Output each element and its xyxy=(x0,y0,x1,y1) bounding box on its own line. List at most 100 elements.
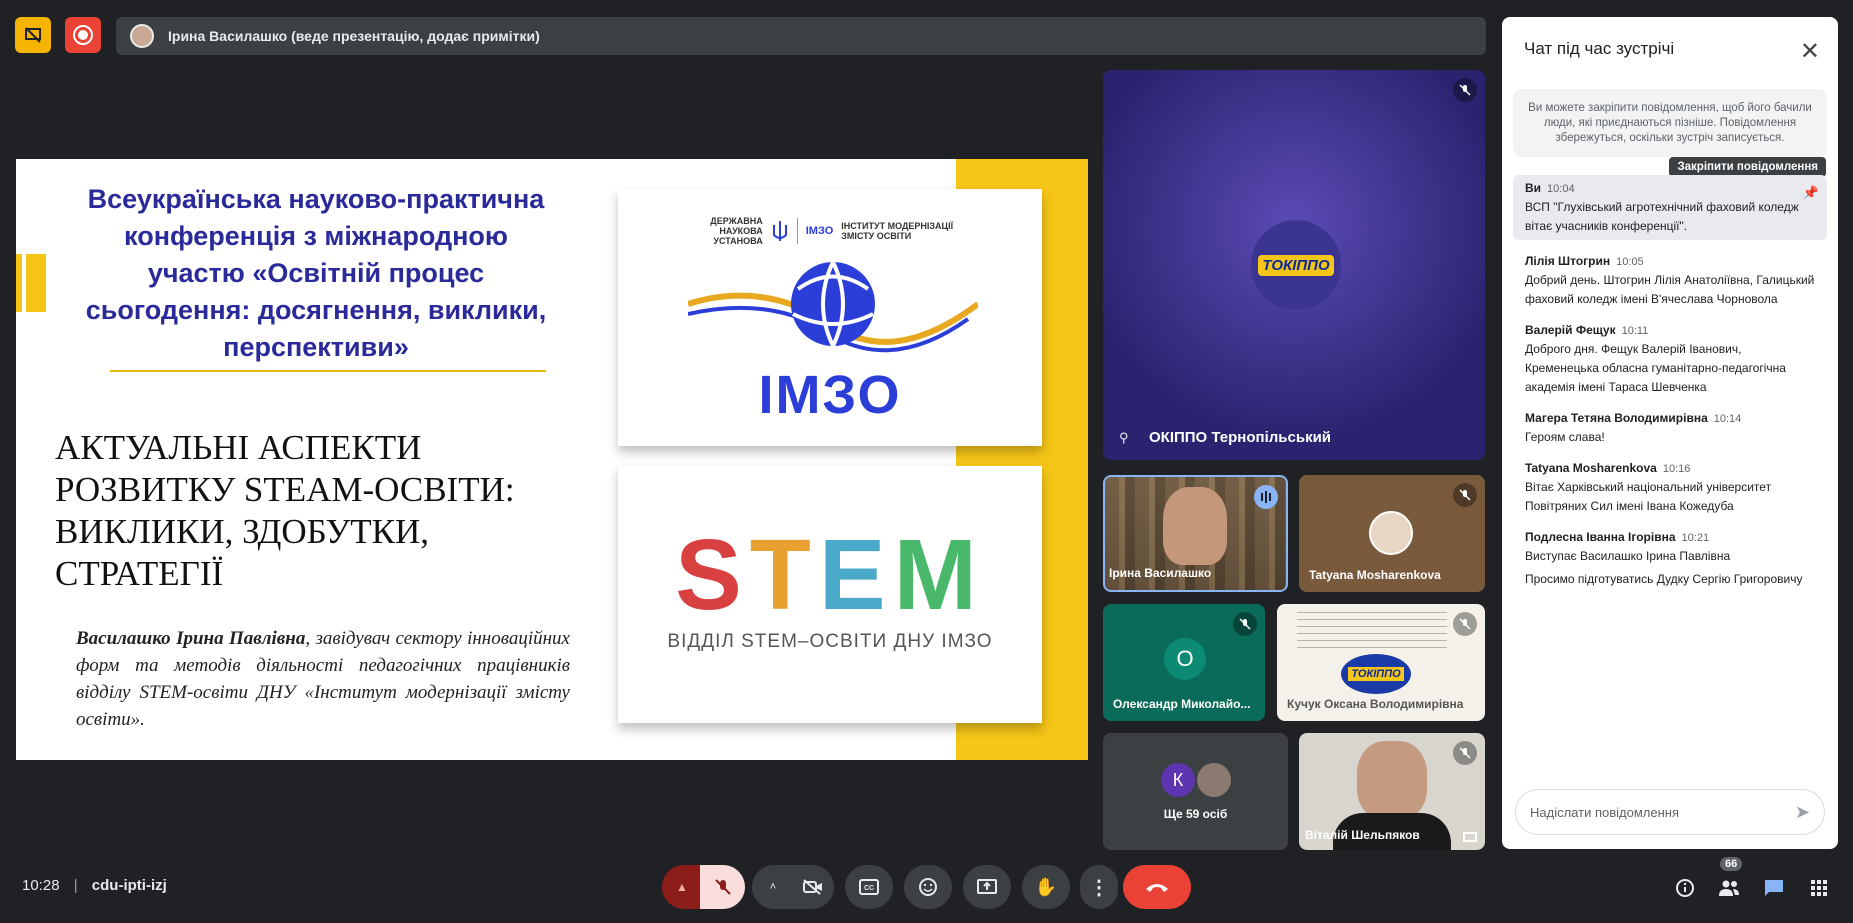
people-count-badge: 66 xyxy=(1720,857,1743,871)
emoji-icon xyxy=(919,878,937,896)
tokippo-logo: ТОКІППО xyxy=(1251,220,1341,310)
chat-message: Tatyana Mosharenkova 10:16 Вітає Харківсь… xyxy=(1513,461,1827,516)
chat-messages: Ви 10:04 ВСП "Глухівський агротехнічний ф… xyxy=(1513,175,1827,603)
avatar: К xyxy=(1161,763,1195,797)
mic-off-icon xyxy=(1453,483,1477,507)
imzo-wordmark: ІМЗО xyxy=(758,365,902,425)
presenter-text: Ірина Василашко (веде презентацію, додає… xyxy=(168,28,540,44)
hang-up-icon xyxy=(1146,884,1168,892)
pip-icon xyxy=(1463,832,1477,842)
mic-off-icon xyxy=(714,879,731,895)
imzo-head-mid: ІМЗО xyxy=(805,225,834,237)
close-icon[interactable]: ✕ xyxy=(1800,37,1820,66)
message-author: Ви xyxy=(1525,181,1542,195)
participant-name: Віталій Шельпяков xyxy=(1305,828,1420,842)
recording-button[interactable] xyxy=(65,17,101,53)
participant-tile-main[interactable]: ТОКІППО ⚲ ОКІППО Тернопільський xyxy=(1103,70,1485,460)
trident-icon xyxy=(772,221,787,241)
message-time: 10:11 xyxy=(1621,325,1649,337)
imzo-head-divider xyxy=(796,218,798,244)
message-text: ВСП "Глухівський агротехнічний фаховий к… xyxy=(1525,200,1799,233)
send-icon[interactable]: ➤ xyxy=(1795,802,1810,823)
message-time: 10:14 xyxy=(1713,413,1742,425)
author-name: Василашко Ірина Павлівна xyxy=(76,628,306,649)
tokippo-logo-text: ТОКІППО xyxy=(1258,254,1334,276)
chat-message: Валерій Фещук 10:11 Доброго дня. Фещук Ва… xyxy=(1513,323,1827,397)
present-button[interactable] xyxy=(963,865,1011,909)
message-text: Вітає Харківський національний університ… xyxy=(1525,480,1772,513)
stop-presenting-button[interactable] xyxy=(15,17,51,53)
pin-icon: ⚲ xyxy=(1119,430,1129,445)
svg-text:CC: CC xyxy=(864,885,874,892)
slide-divider xyxy=(110,370,546,372)
mic-off-icon xyxy=(1453,612,1477,636)
participant-name: Tatyana Mosharenkova xyxy=(1309,568,1441,582)
participant-name: Олександр Миколайо... xyxy=(1113,697,1251,711)
slide-thumbnail-lines xyxy=(1297,612,1447,652)
speaking-indicator-icon xyxy=(1254,485,1278,509)
video-options-button[interactable]: ˄ xyxy=(752,865,794,909)
mic-toggle-button[interactable] xyxy=(700,865,745,909)
captions-button[interactable]: CC xyxy=(845,865,893,909)
meeting-info: 10:28 | cdu-ipti-izj xyxy=(22,877,167,894)
message-text: Просимо підготуватись Дудку Сергію Григо… xyxy=(1525,572,1803,586)
mic-off-icon xyxy=(1453,741,1477,765)
apps-grid-icon xyxy=(1811,880,1827,896)
audio-options-button[interactable]: ▲ xyxy=(662,865,702,909)
present-off-icon xyxy=(25,27,41,43)
present-screen-icon xyxy=(977,879,997,894)
message-time: 10:21 xyxy=(1681,532,1710,544)
presenter-avatar xyxy=(130,24,154,48)
more-participants-tile[interactable]: К Ще 59 осіб xyxy=(1103,733,1288,850)
stem-letter-e: E xyxy=(818,519,894,631)
chevron-up-icon: ▲ xyxy=(676,880,688,894)
camera-toggle-button[interactable] xyxy=(792,865,834,909)
reactions-button[interactable] xyxy=(904,865,952,909)
imzo-globe-icon xyxy=(688,261,978,353)
current-time: 10:28 xyxy=(22,877,60,894)
presentation-slide: Всеукраїнська науково-практична конферен… xyxy=(16,159,1088,760)
message-time: 10:04 xyxy=(1547,183,1575,195)
activities-button[interactable] xyxy=(1804,873,1834,903)
participant-video-face xyxy=(1163,487,1227,565)
raise-hand-button[interactable]: ✋ xyxy=(1022,865,1070,909)
meeting-code: cdu-ipti-izj xyxy=(91,877,167,894)
message-author: Магера Тетяна Володимирівна xyxy=(1525,411,1708,425)
chat-message[interactable]: Ви 10:04 ВСП "Глухівський агротехнічний ф… xyxy=(1513,175,1827,240)
avatar xyxy=(1197,763,1231,797)
more-vert-icon: ⋮ xyxy=(1089,876,1109,899)
chat-button[interactable] xyxy=(1759,873,1789,903)
tokippo-logo: ТОКІППО xyxy=(1341,654,1411,694)
message-text: Доброго дня. Фещук Валерій Іванович, Кре… xyxy=(1525,342,1786,394)
imzo-head-right: ІНСТИТУТ МОДЕРНІЗАЦІЇ ЗМІСТУ ОСВІТИ xyxy=(841,221,954,241)
message-time: 10:16 xyxy=(1662,463,1691,475)
captions-icon: CC xyxy=(859,879,879,895)
participant-tile-vitalii[interactable]: Віталій Шельпяков xyxy=(1299,733,1485,850)
talk-title: АКТУАЛЬНІ АСПЕКТИ РОЗВИТКУ STEAM-ОСВІТИ:… xyxy=(55,428,515,593)
chat-message: Лілія Штогрин 10:05 Добрий день. Штогрин … xyxy=(1513,254,1827,309)
slide-yellow-marker xyxy=(16,254,46,312)
stem-letter-s: S xyxy=(675,519,750,631)
people-icon xyxy=(1719,880,1739,896)
mic-off-icon xyxy=(1233,612,1257,636)
stem-wordmark: STEM xyxy=(618,518,1042,633)
meeting-details-button[interactable] xyxy=(1670,873,1700,903)
more-participants-label: Ще 59 осіб xyxy=(1163,807,1228,821)
participant-tile-iryna[interactable]: Ірина Василашко xyxy=(1103,475,1288,592)
participant-tile-kuchuk[interactable]: ТОКІППО Кучук Оксана Володимирівна xyxy=(1277,604,1485,721)
chat-message-input[interactable]: Надіслати повідомлення ➤ xyxy=(1515,789,1825,835)
participant-tile-oleksandr[interactable]: О Олександр Миколайо... xyxy=(1103,604,1265,721)
message-author: Tatyana Mosharenkova xyxy=(1525,461,1657,475)
people-button[interactable]: 66 xyxy=(1714,857,1744,903)
pin-message-icon[interactable]: 📌 xyxy=(1803,185,1819,201)
participant-name: Кучук Оксана Володимирівна xyxy=(1287,697,1464,711)
participant-name: ОКІППО Тернопільський xyxy=(1149,429,1332,446)
participant-tile-tatyana[interactable]: Tatyana Mosharenkova xyxy=(1299,475,1485,592)
imzo-header: ДЕРЖАВНА НАУКОВА УСТАНОВА ІМЗО ІНСТИТУТ … xyxy=(618,216,1042,246)
chat-panel: Чат під час зустрічі ✕ Ви можете закріпи… xyxy=(1502,17,1838,849)
chat-message: Подлесна Іванна Ігорівна 10:21 Виступає В… xyxy=(1513,530,1827,589)
participant-video-face xyxy=(1357,741,1427,821)
more-options-button[interactable]: ⋮ xyxy=(1080,865,1118,909)
chat-icon xyxy=(1765,880,1783,896)
leave-call-button[interactable] xyxy=(1123,865,1191,909)
